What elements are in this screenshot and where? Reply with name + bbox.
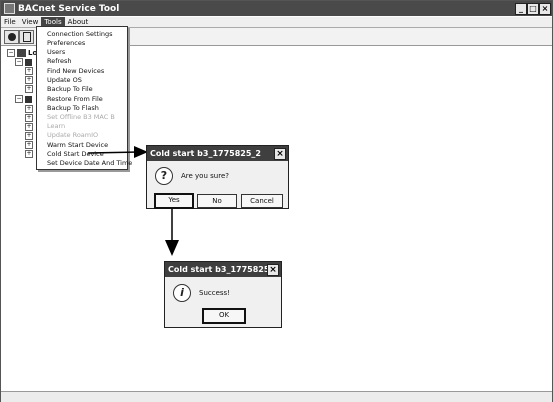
menu-item-find-new-devices[interactable]: Find New Devices (47, 67, 104, 75)
success-dialog-title-bar: Cold start b3_1775825_2 × (165, 262, 281, 277)
close-icon[interactable]: × (267, 264, 279, 276)
confirm-message: Are you sure? (181, 172, 229, 180)
expand-icon[interactable]: + (25, 76, 33, 84)
menu-item-backup-to-file[interactable]: Backup To File (47, 85, 93, 93)
maximize-button[interactable]: □ (527, 3, 539, 15)
no-button[interactable]: No (197, 194, 237, 208)
window-title: BACnet Service Tool (18, 3, 120, 14)
menu-item-update-roamio: Update RoamIO (47, 131, 99, 139)
tree-node[interactable]: + (25, 150, 33, 158)
question-icon: ? (155, 167, 173, 185)
confirm-dialog-title: Cold start b3_1775825_2 (150, 149, 261, 158)
expand-icon[interactable]: + (25, 67, 33, 75)
tree-node[interactable]: + (25, 76, 33, 84)
status-bar (1, 391, 552, 402)
network-icon (17, 49, 26, 57)
success-dialog: Cold start b3_1775825_2 × i Success! OK (164, 261, 282, 328)
close-button[interactable]: × (539, 3, 551, 15)
close-icon[interactable]: × (274, 148, 286, 160)
ok-button[interactable]: OK (202, 308, 246, 324)
tree-node[interactable]: + (25, 141, 33, 149)
tree-node[interactable]: + (25, 123, 33, 131)
record-icon (7, 33, 16, 41)
menu-item-update-os[interactable]: Update OS (47, 76, 82, 84)
confirm-dialog: Cold start b3_1775825_2 × ? Are you sure… (146, 145, 289, 209)
menu-item-preferences[interactable]: Preferences (47, 39, 85, 47)
confirm-dialog-title-bar: Cold start b3_1775825_2 × (147, 146, 288, 161)
app-icon (4, 3, 15, 14)
info-icon: i (173, 284, 191, 302)
expand-icon[interactable]: + (25, 132, 33, 140)
connect-button[interactable] (19, 30, 34, 44)
menu-item-restore-from-file[interactable]: Restore From File (47, 95, 103, 103)
menu-item-learn: Learn (47, 122, 66, 130)
record-button[interactable] (4, 30, 19, 44)
controller-icon (25, 58, 32, 66)
collapse-icon[interactable]: − (15, 95, 23, 103)
expand-icon[interactable]: + (25, 150, 33, 158)
tree-node[interactable]: + (25, 85, 33, 93)
expand-icon[interactable]: + (25, 123, 33, 131)
menu-item-cold-start-device[interactable]: Cold Start Device (47, 150, 104, 158)
menu-item-connection-settings[interactable]: Connection Settings (47, 30, 113, 38)
menu-item-warm-start-device[interactable]: Warm Start Device (47, 141, 108, 149)
expand-icon[interactable]: + (25, 114, 33, 122)
yes-button[interactable]: Yes (154, 193, 194, 209)
tree-node[interactable]: + (25, 105, 33, 113)
tree-node[interactable]: + (25, 67, 33, 75)
menu-item-users[interactable]: Users (47, 48, 65, 56)
tree-node[interactable]: − (15, 58, 32, 66)
menu-item-backup-to-flash[interactable]: Backup To Flash (47, 104, 99, 112)
menu-item-refresh[interactable]: Refresh (47, 57, 72, 65)
minimize-button[interactable]: _ (515, 3, 527, 15)
tools-menu: Connection Settings Preferences Users Re… (36, 26, 132, 170)
menu-file[interactable]: File (1, 17, 19, 27)
controller-icon (25, 95, 32, 103)
expand-icon[interactable]: + (25, 105, 33, 113)
collapse-icon[interactable]: − (7, 49, 15, 57)
title-bar: BACnet Service Tool _ □ × (1, 1, 552, 16)
menu-item-set-offline-b3-mac: Set Offline B3 MAC B (47, 113, 115, 121)
cancel-button[interactable]: Cancel (241, 194, 283, 208)
tree-node[interactable]: + (25, 114, 33, 122)
menu-item-set-device-date-time[interactable]: Set Device Date And Time (47, 159, 132, 167)
connect-icon (22, 32, 31, 42)
expand-icon[interactable]: + (25, 85, 33, 93)
tree-node[interactable]: − (15, 95, 32, 103)
collapse-icon[interactable]: − (15, 58, 23, 66)
success-message: Success! (199, 289, 230, 297)
tree-node[interactable]: + (25, 132, 33, 140)
expand-icon[interactable]: + (25, 141, 33, 149)
success-dialog-title: Cold start b3_1775825_2 (168, 265, 279, 274)
